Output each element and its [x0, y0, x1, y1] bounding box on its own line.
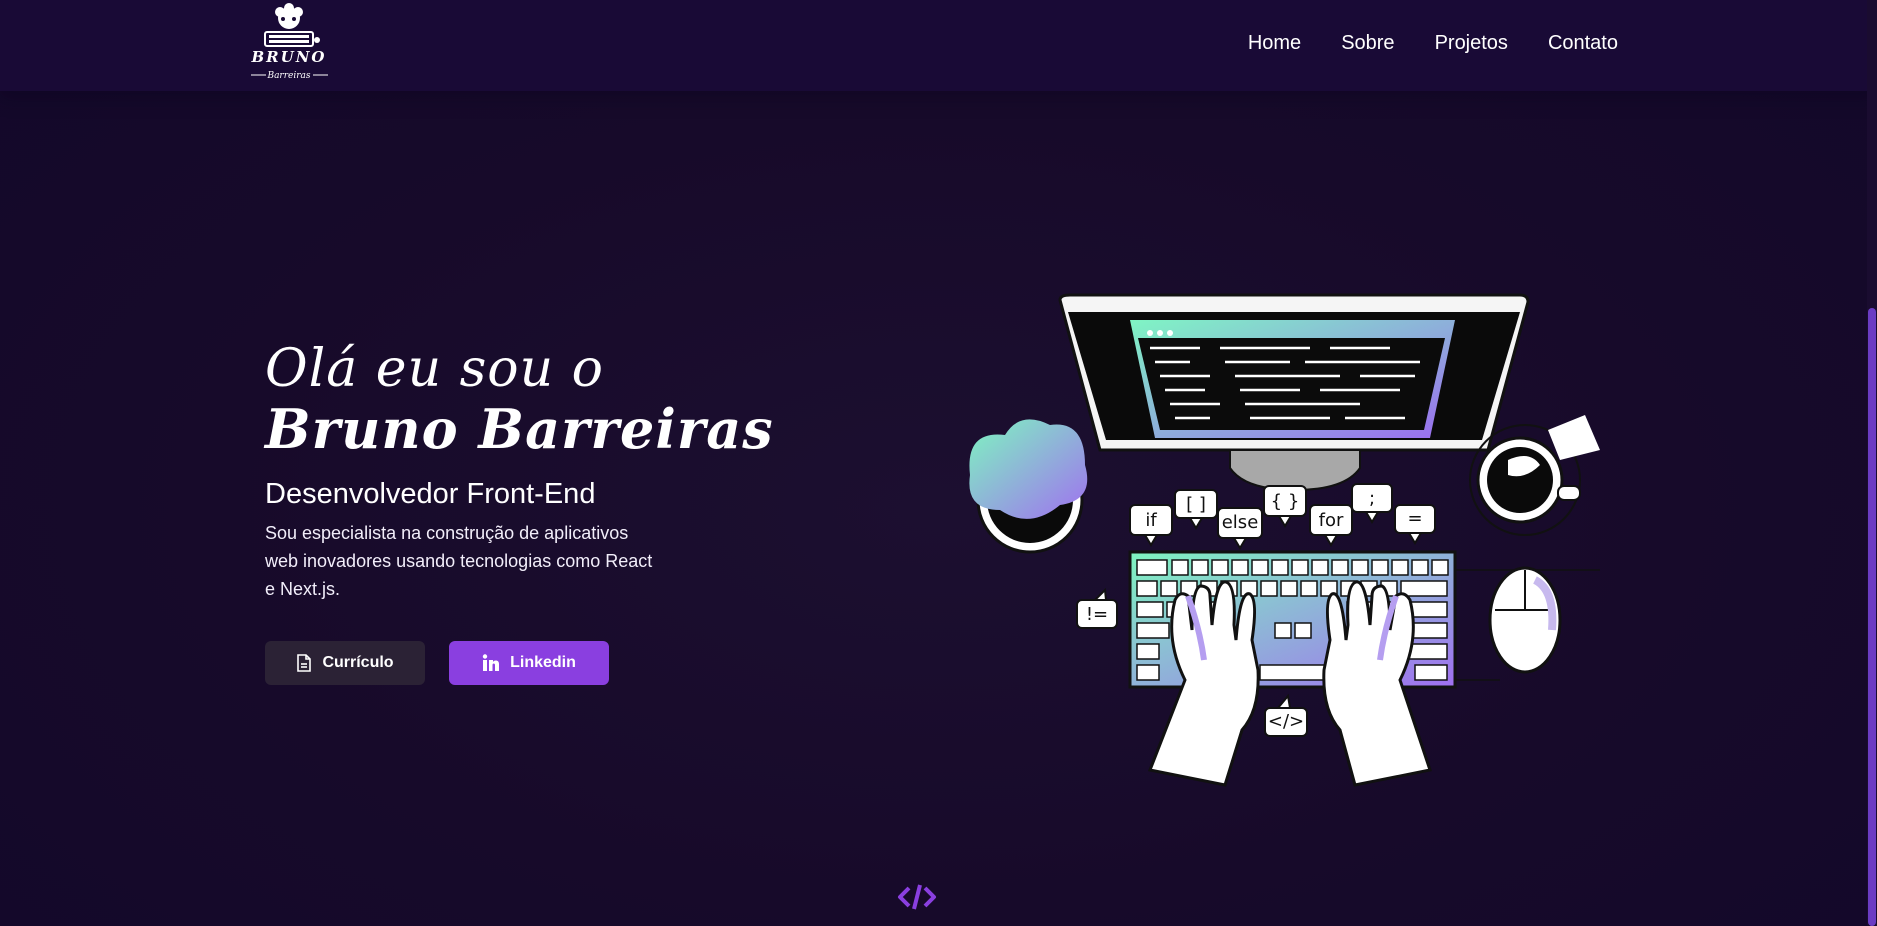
curriculo-button[interactable]: Currículo	[265, 641, 425, 685]
hero-section: Olá eu sou o Bruno Barreiras Desenvolved…	[265, 340, 785, 685]
svg-text:[ ]: [ ]	[1186, 494, 1206, 515]
svg-text:{ }: { }	[1271, 491, 1300, 512]
nav-sobre[interactable]: Sobre	[1341, 28, 1394, 58]
hero-description: Sou especialista na construção de aplica…	[265, 523, 653, 599]
linkedin-icon	[482, 654, 500, 671]
mouse-icon	[1452, 566, 1600, 681]
bubble-brackets: [ ]	[1174, 489, 1218, 530]
code-icon[interactable]	[897, 882, 937, 912]
scrollbar-thumb[interactable]	[1868, 308, 1876, 926]
file-icon	[297, 654, 312, 672]
hero-role: Desenvolvedor Front-End	[265, 478, 596, 510]
bubble-semicolon: ;	[1351, 483, 1393, 524]
developer-illustration: if [ ] else { } for ; = != </>	[969, 293, 1600, 787]
curriculo-label: Currículo	[322, 654, 394, 671]
svg-text:=: =	[1407, 508, 1422, 529]
linkedin-label: Linkedin	[510, 654, 576, 671]
svg-text:;: ;	[1369, 488, 1375, 509]
monitor-icon	[1058, 293, 1530, 492]
bubble-equals: =	[1394, 504, 1436, 545]
bubble-not-equals: !=	[1076, 587, 1118, 629]
plant-icon	[969, 419, 1088, 554]
svg-text:</>: </>	[1268, 711, 1304, 732]
svg-text:else: else	[1222, 512, 1259, 533]
navbar: BRUNO Barreiras Home Sobre Projetos Cont…	[0, 0, 1877, 91]
bubble-else: else	[1217, 507, 1263, 550]
logo-mascot-icon	[264, 3, 320, 47]
bubble-tag: </>	[1264, 693, 1308, 737]
bubble-if: if	[1129, 504, 1173, 547]
bubble-for: for	[1309, 504, 1353, 547]
hero-greeting: Olá eu sou o	[265, 339, 604, 399]
nav-contato[interactable]: Contato	[1548, 28, 1618, 58]
logo[interactable]: BRUNO Barreiras	[247, 2, 331, 82]
hero-name: Bruno Barreiras	[265, 397, 774, 461]
bubble-braces: { }	[1263, 485, 1307, 528]
svg-text:!=: !=	[1086, 604, 1108, 625]
scrollbar[interactable]	[1867, 0, 1877, 926]
nav-links: Home Sobre Projetos Contato	[1208, 28, 1618, 58]
svg-text:if: if	[1145, 510, 1157, 531]
linkedin-button[interactable]: Linkedin	[449, 641, 609, 685]
nav-home[interactable]: Home	[1248, 28, 1301, 58]
hero-buttons: Currículo Linkedin	[265, 641, 785, 685]
logo-subtext: Barreiras	[266, 71, 310, 81]
logo-text: BRUNO	[250, 48, 326, 66]
nav-projetos[interactable]: Projetos	[1435, 28, 1508, 58]
svg-text:for: for	[1319, 510, 1344, 531]
